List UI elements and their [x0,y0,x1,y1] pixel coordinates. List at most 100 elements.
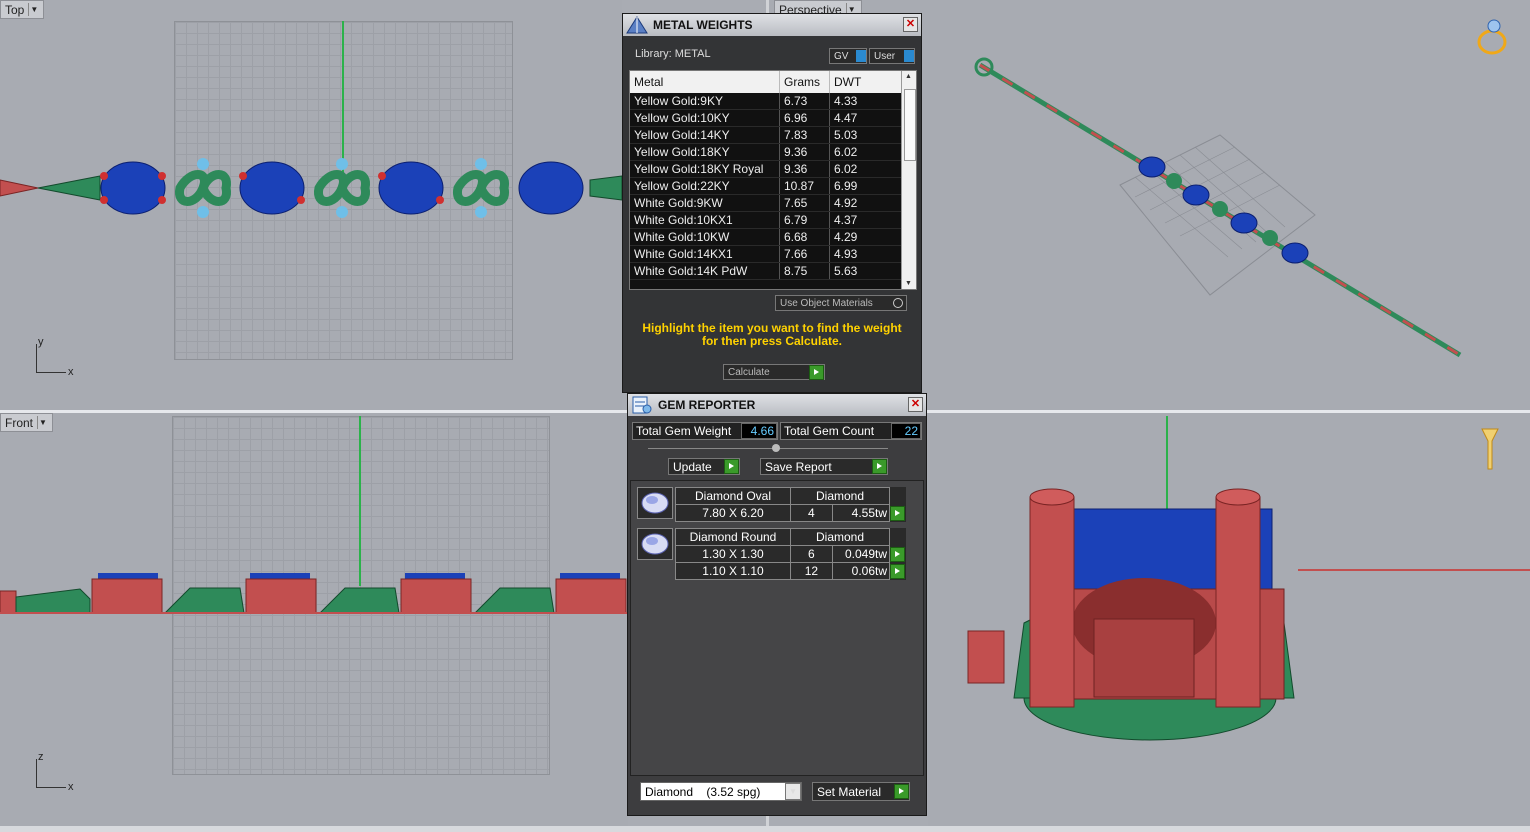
play-icon[interactable] [890,546,905,562]
table-row[interactable]: Yellow Gold:22KY 10.87 6.99 [630,177,902,195]
table-row[interactable]: Yellow Gold:18KY Royal 9.36 6.02 [630,160,902,178]
save-report-button[interactable]: Save Report [760,458,888,475]
cell-metal: Yellow Gold:9KY [630,93,780,110]
cell-grams: 7.66 [779,245,830,263]
cell-metal: Yellow Gold:14KY [630,126,780,144]
gem-row[interactable]: 1.30 X 1.30 6 0.049tw [675,545,906,563]
bottom-scrollbar[interactable] [0,826,1530,832]
front-viewport[interactable]: Front ▼ z x [0,413,628,829]
top-viewport-label[interactable]: Top ▼ [0,0,45,19]
chevron-down-icon[interactable]: ▼ [28,3,39,16]
cell-metal: White Gold:10KX1 [630,211,780,229]
cell-dwt: 4.47 [829,109,902,127]
ring-icon[interactable] [1474,18,1510,58]
gem-reporter-title: GEM REPORTER [658,398,756,412]
calculate-label: Calculate [728,366,770,378]
cell-metal: White Gold:14K PdW [630,262,780,280]
report-icon [632,396,652,414]
table-row[interactable]: Yellow Gold:9KY 6.73 4.33 [630,93,902,110]
metal-weights-panel: METAL WEIGHTS ✕ Library: METAL GV User M… [622,13,922,393]
axis-z-label: z [38,751,44,763]
metal-weights-titlebar[interactable]: METAL WEIGHTS ✕ [623,14,921,36]
bracelet-front-view [0,573,628,614]
play-icon [872,459,887,474]
total-gem-count-value: 22 [891,423,921,439]
table-row[interactable]: Yellow Gold:18KY 9.36 6.02 [630,143,902,161]
cell-metal: Yellow Gold:22KY [630,177,780,195]
cell-metal: Yellow Gold:18KY Royal [630,160,780,178]
column-grams[interactable]: Grams [779,71,830,93]
use-object-materials-label: Use Object Materials [780,297,873,309]
gem-row[interactable]: 1.10 X 1.10 12 0.06tw [675,562,906,580]
close-icon[interactable]: ✕ [908,397,923,412]
cell-dwt: 6.99 [829,177,902,195]
ring-front-detail [967,488,1295,741]
update-button[interactable]: Update [668,458,740,475]
table-row[interactable]: White Gold:14KX1 7.66 4.93 [630,245,902,263]
front-viewport-title: Front [5,415,34,430]
close-icon[interactable]: ✕ [903,17,918,32]
toggle-icon [904,50,914,62]
set-material-button[interactable]: Set Material [812,782,910,801]
material-select-value: Diamond (3.52 spg) [645,784,761,799]
gem-group[interactable]: Diamond Round Diamond 1.30 X 1.30 6 0.049tw 1… [637,528,923,580]
cell-metal: White Gold:14KX1 [630,245,780,263]
gem-shape-icon [637,528,673,560]
bracelet-top-view [0,158,622,218]
user-toggle[interactable]: User [869,48,915,64]
gem-reporter-titlebar[interactable]: GEM REPORTER ✕ [628,394,926,416]
gv-toggle[interactable]: GV [829,48,867,64]
table-row[interactable]: White Gold:10KW 6.68 4.29 [630,228,902,246]
top-viewport[interactable]: Top ▼ y x [0,0,622,410]
chevron-down-icon[interactable]: ▼ [785,783,801,800]
play-icon[interactable] [890,505,905,521]
total-gem-weight-label: Total Gem Weight [636,424,732,438]
gem-weight: 0.049tw [831,545,891,563]
pin-icon[interactable] [1478,425,1502,475]
table-row[interactable]: White Gold:14K PdW 8.75 5.63 [630,262,902,280]
gem-row[interactable]: 7.80 X 6.20 4 4.55tw [675,504,905,522]
cell-dwt: 6.02 [829,143,902,161]
total-gem-weight-row: Total Gem Weight 4.66 [632,422,778,440]
metal-table-scrollbar[interactable]: ▲ ▼ [901,71,916,289]
update-label: Update [673,459,712,474]
calculate-button[interactable]: Calculate [723,364,825,380]
gem-name: Diamond Round [675,528,791,546]
cell-grams: 7.65 [779,194,830,212]
cell-metal: White Gold:9KW [630,194,780,212]
gem-size: 1.10 X 1.10 [675,562,791,580]
cell-dwt: 4.92 [829,194,902,212]
table-row[interactable]: Yellow Gold:14KY 7.83 5.03 [630,126,902,144]
cell-dwt: 6.02 [829,160,902,178]
use-object-materials-toggle[interactable]: Use Object Materials [775,295,907,311]
cell-grams: 8.75 [779,262,830,280]
total-gem-count-row: Total Gem Count 22 [780,422,922,440]
right-viewport[interactable] [928,413,1530,829]
gem-group[interactable]: Diamond Oval Diamond 7.80 X 6.20 4 4.55tw [637,487,923,522]
pyramid-icon [626,16,648,34]
material-select[interactable]: Diamond (3.52 spg) ▼ [640,782,802,801]
play-icon[interactable] [890,563,905,579]
metal-weights-title: METAL WEIGHTS [653,18,753,32]
radio-icon [893,298,903,308]
gem-weight: 0.06tw [831,562,891,580]
metal-hint: Highlight the item you want to find the … [642,321,902,348]
table-row[interactable]: White Gold:10KX1 6.79 4.37 [630,211,902,229]
axis-x-label: x [68,781,74,793]
table-row[interactable]: White Gold:9KW 7.65 4.92 [630,194,902,212]
table-row[interactable]: Yellow Gold:10KY 6.96 4.47 [630,109,902,127]
splitter-handle[interactable] [648,444,888,452]
cell-dwt: 4.37 [829,211,902,229]
library-label: Library: METAL [635,48,711,60]
gem-count: 4 [790,504,833,522]
chevron-down-icon[interactable]: ▼ [37,416,48,429]
bracelet-perspective-view [974,57,1462,358]
column-metal[interactable]: Metal [630,71,780,93]
front-viewport-label[interactable]: Front ▼ [0,413,54,432]
gem-name: Diamond Oval [675,487,791,505]
gem-count: 12 [790,562,833,580]
column-dwt[interactable]: DWT [830,71,902,93]
cell-grams: 10.87 [779,177,830,195]
cell-metal: White Gold:10KW [630,228,780,246]
cell-metal: Yellow Gold:18KY [630,143,780,161]
